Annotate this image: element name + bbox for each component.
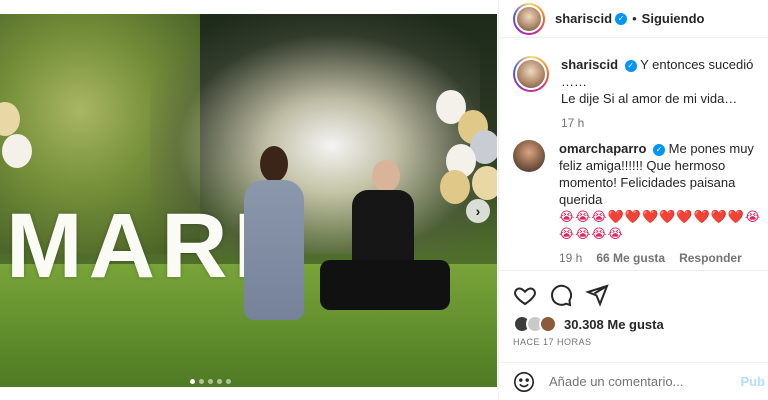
post-side-panel: shariscid ✓ • Siguiendo shariscid ✓ Y en…: [498, 0, 768, 400]
reply-button[interactable]: Responder: [679, 250, 742, 267]
comment-input[interactable]: Añade un comentario...: [549, 374, 740, 389]
carousel-dots: [190, 379, 231, 384]
commenter-avatar[interactable]: [513, 140, 545, 172]
liker-avatar[interactable]: [539, 315, 557, 333]
comment-text-block: omarchaparro ✓ Me pones muy feliz amiga!…: [559, 140, 765, 267]
carousel-dot: [226, 379, 231, 384]
commenter-username[interactable]: omarchaparro: [559, 141, 646, 156]
author-avatar[interactable]: [513, 2, 545, 35]
carousel-dot: [217, 379, 222, 384]
caption-time[interactable]: 17 h: [561, 115, 761, 132]
next-image-chevron-icon[interactable]: ›: [466, 199, 490, 223]
carousel-dot: [199, 379, 204, 384]
woman-head: [260, 146, 288, 182]
publish-button[interactable]: Pub: [740, 374, 765, 389]
man-legs: [320, 260, 450, 310]
carousel-dot: [208, 379, 213, 384]
man-head: [372, 160, 400, 192]
verified-badge-icon: ✓: [624, 59, 637, 72]
caption-username[interactable]: shariscid: [561, 57, 618, 72]
emoji-smiley-icon[interactable]: [513, 371, 535, 393]
balloon: [472, 166, 497, 200]
likes-row: 30.308 Me gusta: [499, 307, 768, 333]
kneeling-man-figure: [310, 160, 460, 350]
comment-time[interactable]: 19 h: [559, 250, 582, 267]
action-icons: [499, 271, 768, 307]
comment-bubble-icon[interactable]: [549, 283, 573, 307]
comment-emojis: 😭😭😭❤️❤️❤️❤️❤️❤️❤️❤️😭😭😭😭😭: [559, 209, 762, 241]
share-plane-icon[interactable]: [585, 283, 609, 307]
letter: M: [6, 195, 83, 297]
balloon: [2, 134, 32, 168]
caption-text-block: shariscid ✓ Y entonces sucedió …… Le dij…: [561, 56, 761, 132]
woman-figure: [238, 146, 308, 336]
comment-likes[interactable]: 66 Me gusta: [596, 250, 665, 267]
letter: R: [161, 195, 228, 297]
heart-icon[interactable]: [513, 283, 537, 307]
verified-badge-icon: ✓: [653, 143, 666, 156]
letter: A: [88, 195, 156, 297]
separator-dot: •: [632, 11, 637, 26]
woman-dress: [244, 180, 304, 320]
author-username[interactable]: shariscid: [555, 11, 612, 26]
add-comment-bar: Añade un comentario... Pub: [499, 362, 768, 400]
comment-meta: 19 h 66 Me gusta Responder: [559, 250, 765, 267]
avatar-image: [515, 4, 543, 33]
caption-line-2: Le dije Si al amor de mi vida…: [561, 91, 738, 106]
man-body: [352, 190, 414, 270]
likes-count[interactable]: 30.308 Me gusta: [564, 317, 664, 332]
post-header: shariscid ✓ • Siguiendo: [499, 0, 768, 38]
verified-badge-icon: ✓: [615, 12, 628, 25]
avatar-image: [515, 58, 547, 90]
following-button[interactable]: Siguiendo: [642, 11, 705, 26]
post-photo[interactable]: M A R R ›: [0, 14, 497, 387]
caption-author-avatar[interactable]: [513, 56, 549, 92]
instagram-post-view: M A R R › shariscid ✓ • S: [0, 0, 768, 400]
comment-item: omarchaparro ✓ Me pones muy feliz amiga!…: [513, 140, 768, 267]
carousel-dot: [190, 379, 195, 384]
post-caption: shariscid ✓ Y entonces sucedió …… Le dij…: [513, 56, 763, 132]
liker-avatars: [513, 315, 557, 333]
post-timestamp[interactable]: HACE 17 HORAS: [499, 333, 768, 347]
